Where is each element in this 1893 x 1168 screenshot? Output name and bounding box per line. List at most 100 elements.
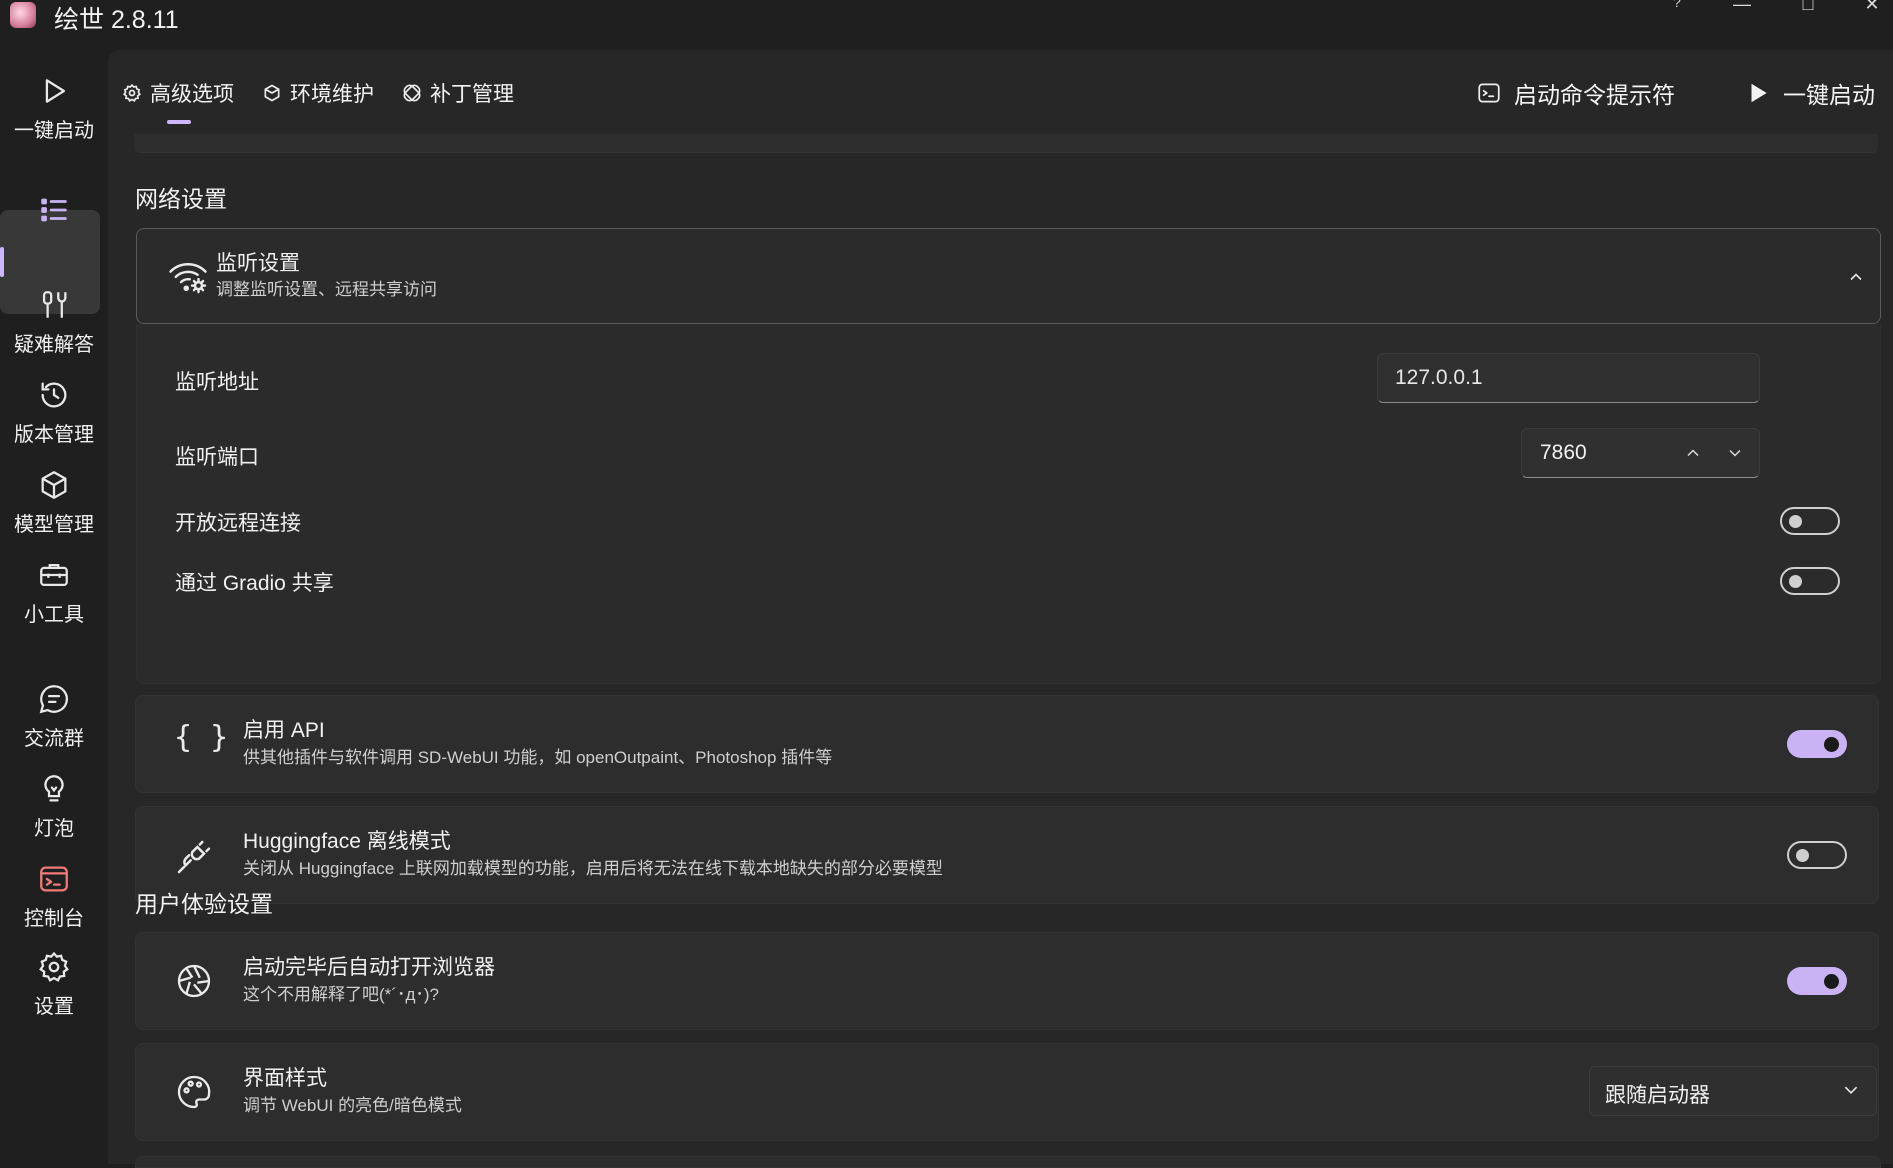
sidebar-item-label: 设置 [34, 996, 74, 1018]
sidebar-item-tools[interactable]: 小工具 [0, 558, 108, 627]
gradio-share-toggle[interactable] [1780, 567, 1840, 595]
tab-label: 高级选项 [150, 83, 234, 106]
toggle-knob [1796, 849, 1809, 862]
sidebar-item-troubleshoot[interactable]: 疑难解答 [0, 288, 108, 357]
sidebar-item-launch[interactable]: 一键启动 [0, 74, 108, 143]
gear-icon [39, 951, 69, 982]
braces-icon: { } [174, 720, 229, 755]
toggle-knob [1789, 575, 1802, 588]
history-icon [41, 382, 67, 408]
tab-label: 补丁管理 [430, 83, 514, 106]
sidebar-item-models[interactable]: 模型管理 [0, 468, 108, 537]
decrement-icon[interactable] [1727, 445, 1743, 461]
sidebar-item-label: 小工具 [24, 604, 84, 626]
listen-settings-expander[interactable]: 监听设置 调整监听设置、远程共享访问 [136, 228, 1881, 324]
tab-label: 环境维护 [290, 83, 374, 106]
sidebar-item-community[interactable]: 交流群 [0, 682, 108, 751]
auto-browser-card: 启动完毕后自动打开浏览器 这个不用解释了吧(*´･д･)? [135, 932, 1879, 1030]
theme-select-value: 跟随启动器 [1605, 1084, 1710, 1107]
auto-browser-desc: 这个不用解释了吧(*´･д･)? [243, 985, 439, 1004]
listen-port-value: 7860 [1540, 441, 1587, 464]
gradio-share-label: 通过 Gradio 共享 [175, 572, 334, 595]
sidebar-item-advanced[interactable] [0, 193, 108, 227]
sidebar-item-label: 灯泡 [34, 818, 74, 840]
aperture-icon [177, 964, 211, 998]
play-icon [45, 79, 66, 103]
play-icon [1751, 83, 1767, 103]
auto-browser-title: 启动完毕后自动打开浏览器 [243, 956, 495, 979]
api-card: { } 启用 API 供其他插件与软件调用 SD-WebUI 功能，如 open… [135, 695, 1879, 793]
api-toggle[interactable] [1787, 730, 1847, 758]
help-button[interactable]: ? [1657, 0, 1697, 18]
theme-desc: 调节 WebUI 的亮色/暗色模式 [243, 1096, 462, 1115]
minimize-button[interactable]: — [1722, 0, 1762, 18]
wifi-settings-icon [169, 263, 207, 294]
toggle-knob [1824, 974, 1839, 989]
sidebar-item-console[interactable]: 控制台 [0, 862, 108, 931]
sidebar-item-label: 模型管理 [14, 514, 94, 536]
theme-title: 界面样式 [243, 1067, 327, 1090]
huggingface-card: Huggingface 离线模式 关闭从 Huggingface 上联网加载模型… [135, 806, 1879, 904]
open-console-button[interactable]: 启动命令提示符 [1476, 76, 1675, 110]
patch-icon [403, 84, 421, 102]
remote-connection-toggle[interactable] [1780, 507, 1840, 535]
main-panel: 高级选项 环境维护 补丁管理 启动命令提示符 一键启动 网络设置 监听设置 调整… [108, 50, 1893, 1168]
api-desc: 供其他插件与软件调用 SD-WebUI 功能，如 openOutpaint、Ph… [243, 748, 833, 767]
tab-environment[interactable]: 环境维护 [262, 78, 374, 108]
huggingface-toggle[interactable] [1787, 841, 1847, 869]
sidebar-item-versions[interactable]: 版本管理 [0, 378, 108, 447]
previous-card-edge [134, 134, 1878, 153]
toggle-knob [1824, 737, 1839, 752]
open-console-label: 启动命令提示符 [1514, 82, 1675, 108]
api-title: 启用 API [243, 719, 325, 742]
remote-connection-label: 开放远程连接 [175, 512, 301, 535]
plug-icon [177, 840, 211, 874]
terminal-icon [1478, 83, 1500, 103]
nav-indicator [0, 247, 4, 277]
sidebar-item-label: 疑难解答 [14, 334, 94, 356]
chevron-up-icon[interactable] [1848, 269, 1864, 285]
sidebar-item-label: 交流群 [24, 728, 84, 750]
palette-icon [177, 1075, 211, 1109]
sidebar-item-label: 版本管理 [14, 424, 94, 446]
listen-settings-body: 监听地址 127.0.0.1 监听端口 7860 开放远程连接 通过 Gradi… [136, 324, 1881, 684]
section-title-ux: 用户体验设置 [135, 891, 273, 917]
title-bar: 绘世 2.8.11 ? — □ ✕ [0, 0, 1893, 50]
tab-advanced[interactable]: 高级选项 [122, 78, 234, 108]
huggingface-desc: 关闭从 Huggingface 上联网加载模型的功能，启用后将无法在线下载本地缺… [243, 859, 943, 878]
sidebar-item-label: 一键启动 [14, 120, 94, 142]
chat-icon [39, 685, 69, 714]
listen-settings-desc: 调整监听设置、远程共享访问 [216, 280, 437, 299]
sidebar-item-settings[interactable]: 设置 [0, 950, 108, 1019]
list-icon [41, 198, 67, 222]
gear-icon [123, 83, 141, 102]
tab-patches[interactable]: 补丁管理 [402, 78, 514, 108]
increment-icon[interactable] [1685, 445, 1701, 461]
listen-address-label: 监听地址 [175, 371, 259, 394]
maximize-button[interactable]: □ [1788, 0, 1828, 18]
wrench-icon [42, 291, 67, 318]
next-card-edge [135, 1156, 1881, 1168]
tab-underline [167, 120, 191, 124]
console-icon [40, 866, 68, 892]
toggle-knob [1789, 515, 1802, 528]
launch-button[interactable]: 一键启动 [1745, 76, 1875, 110]
toolbox-icon [40, 563, 68, 587]
app-title: 绘世 2.8.11 [54, 6, 179, 34]
listen-port-label: 监听端口 [175, 446, 259, 469]
cube-icon [41, 471, 67, 499]
theme-card: 界面样式 调节 WebUI 的亮色/暗色模式 跟随启动器 [135, 1043, 1879, 1141]
listen-settings-title: 监听设置 [216, 252, 300, 275]
top-bar: 高级选项 环境维护 补丁管理 启动命令提示符 一键启动 [108, 50, 1893, 134]
listen-address-input[interactable]: 127.0.0.1 [1377, 353, 1760, 403]
section-title-network: 网络设置 [135, 186, 227, 212]
chevron-down-icon [1844, 1086, 1858, 1095]
sidebar-item-bulb[interactable]: 灯泡 [0, 772, 108, 841]
close-button[interactable]: ✕ [1852, 0, 1892, 18]
listen-port-stepper[interactable]: 7860 [1521, 428, 1760, 478]
launch-label: 一键启动 [1783, 82, 1875, 108]
auto-browser-toggle[interactable] [1787, 967, 1847, 995]
bulb-icon [44, 775, 64, 802]
app-logo [10, 2, 36, 28]
theme-select[interactable]: 跟随启动器 [1589, 1066, 1877, 1116]
